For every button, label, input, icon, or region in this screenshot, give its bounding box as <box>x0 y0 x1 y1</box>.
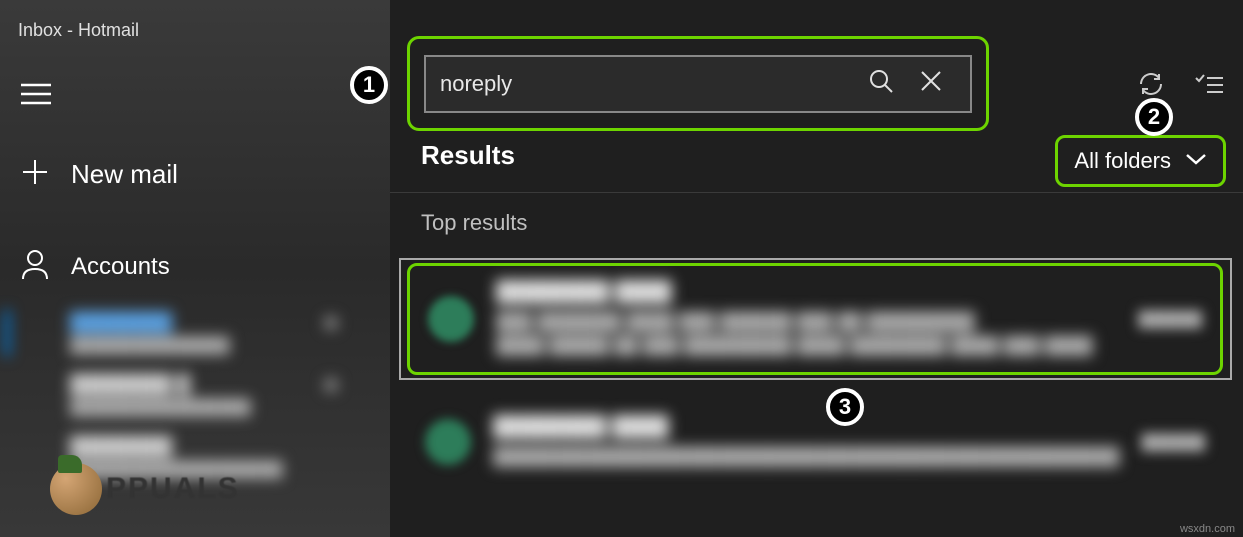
sender-avatar-icon <box>428 296 474 342</box>
select-mode-button[interactable] <box>1195 72 1223 101</box>
hamburger-menu-button[interactable] <box>21 83 390 110</box>
sender-avatar-icon <box>425 419 471 465</box>
search-highlight-box <box>407 36 989 131</box>
search-icon[interactable] <box>856 68 906 99</box>
hamburger-icon <box>21 92 51 109</box>
result-date: ██████ <box>1141 434 1205 451</box>
accounts-label: Accounts <box>71 253 170 281</box>
result-body: ████████ ████ ██████████████████████████… <box>493 416 1119 469</box>
divider <box>390 192 1243 193</box>
result-date: ██████ <box>1138 311 1202 328</box>
person-icon <box>21 249 49 284</box>
results-heading: Results <box>421 140 515 171</box>
toolbar-icons <box>1137 72 1223 101</box>
appuals-avatar-icon <box>50 463 102 515</box>
folder-filter-dropdown[interactable]: All folders <box>1055 135 1226 187</box>
account-item[interactable]: ████████ █ █████████████████ <box>0 364 390 426</box>
search-result-item[interactable]: ████████ ████ ███ ███████ ████ ███ █████… <box>407 263 1223 375</box>
annotation-marker-3: 3 <box>826 388 864 426</box>
sidebar: Inbox - Hotmail New mail Accounts ██████… <box>0 0 390 537</box>
annotation-marker-1: 1 <box>350 66 388 104</box>
site-watermark: wsxdn.com <box>1180 523 1235 535</box>
new-mail-label: New mail <box>71 159 178 190</box>
folder-filter-label: All folders <box>1074 148 1171 174</box>
top-results-label: Top results <box>421 210 527 236</box>
search-box[interactable] <box>424 55 972 113</box>
window-title: Inbox - Hotmail <box>0 0 390 41</box>
annotation-marker-2: 2 <box>1135 98 1173 136</box>
result-body: ████████ ████ ███ ███████ ████ ███ █████… <box>496 281 1116 358</box>
clear-search-icon[interactable] <box>906 68 956 99</box>
checklist-icon <box>1195 83 1223 100</box>
accounts-header[interactable]: Accounts <box>21 249 390 284</box>
plus-icon <box>21 158 49 191</box>
watermark-logo: PPUALS <box>50 463 240 515</box>
new-mail-button[interactable]: New mail <box>21 158 390 191</box>
search-result-item[interactable]: ████████ ████ ██████████████████████████… <box>407 392 1223 492</box>
sync-button[interactable] <box>1137 72 1165 101</box>
account-item[interactable]: ████████ ███████████████ <box>0 302 390 364</box>
chevron-down-icon <box>1185 152 1207 171</box>
main-panel: Results All folders Top results ████████… <box>390 0 1243 537</box>
watermark-brand: PPUALS <box>106 472 240 506</box>
search-input[interactable] <box>440 71 856 97</box>
